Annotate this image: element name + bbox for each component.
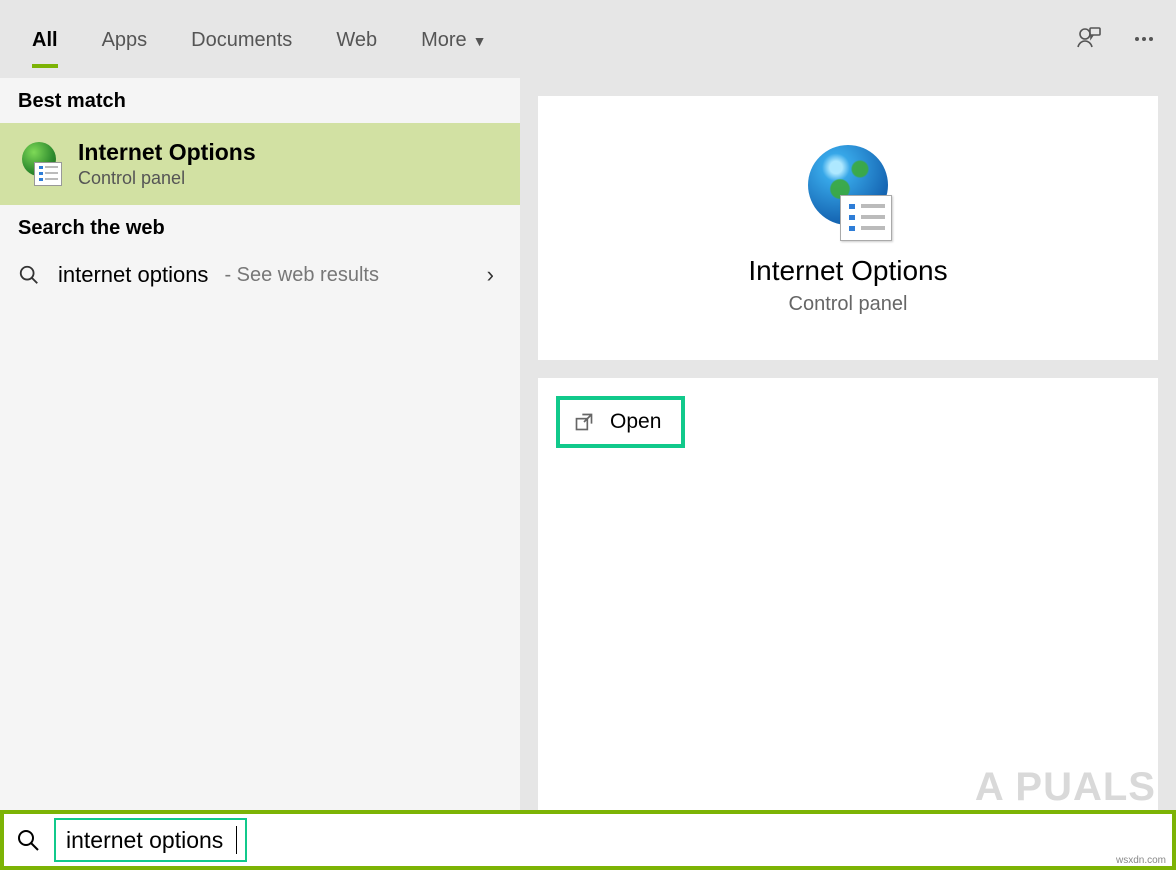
search-input[interactable] <box>64 826 238 855</box>
web-search-result[interactable]: internet options - See web results › <box>0 250 520 300</box>
web-query: internet options <box>58 262 208 288</box>
tab-label: Apps <box>102 29 148 51</box>
search-web-heading: Search the web <box>0 205 520 250</box>
detail-pane: Internet Options Control panel Open <box>520 78 1176 810</box>
internet-options-icon <box>18 142 62 186</box>
detail-title: Internet Options <box>748 255 947 287</box>
tab-web[interactable]: Web <box>314 3 399 76</box>
search-icon <box>16 828 40 852</box>
feedback-icon[interactable] <box>1074 25 1102 53</box>
more-options-icon[interactable] <box>1132 27 1156 51</box>
search-scope-header: All Apps Documents Web More ▼ <box>0 0 1176 78</box>
web-hint: - See web results <box>224 264 379 287</box>
tab-apps[interactable]: Apps <box>80 3 170 76</box>
tab-label: Documents <box>191 29 292 51</box>
best-match-result[interactable]: Internet Options Control panel <box>0 123 520 205</box>
scope-tabs: All Apps Documents Web More ▼ <box>10 3 509 76</box>
source-watermark: wsxdn.com <box>1116 855 1166 866</box>
chevron-down-icon: ▼ <box>473 33 487 49</box>
search-icon <box>18 264 42 286</box>
results-pane: Best match Internet Options Control pane… <box>0 78 520 810</box>
detail-card: Internet Options Control panel <box>538 96 1158 360</box>
result-title: Internet Options <box>78 139 256 166</box>
text-caret <box>236 826 237 854</box>
result-subtitle: Control panel <box>78 168 256 189</box>
search-bar[interactable] <box>0 810 1176 870</box>
detail-actions: Open <box>538 378 1158 834</box>
tab-label: All <box>32 29 58 51</box>
detail-subtitle: Control panel <box>789 293 908 316</box>
tab-label: Web <box>336 29 377 51</box>
open-button[interactable]: Open <box>556 396 685 448</box>
tab-documents[interactable]: Documents <box>169 3 314 76</box>
best-match-heading: Best match <box>0 78 520 123</box>
open-label: Open <box>610 410 661 434</box>
tab-all[interactable]: All <box>10 3 80 76</box>
tab-label: More <box>421 29 467 51</box>
chevron-right-icon: › <box>487 262 494 288</box>
header-actions <box>1074 0 1156 78</box>
open-icon <box>574 412 594 432</box>
search-input-highlight <box>54 818 247 862</box>
tab-more[interactable]: More ▼ <box>399 3 508 76</box>
internet-options-icon <box>798 141 898 241</box>
best-match-text: Internet Options Control panel <box>78 139 256 189</box>
